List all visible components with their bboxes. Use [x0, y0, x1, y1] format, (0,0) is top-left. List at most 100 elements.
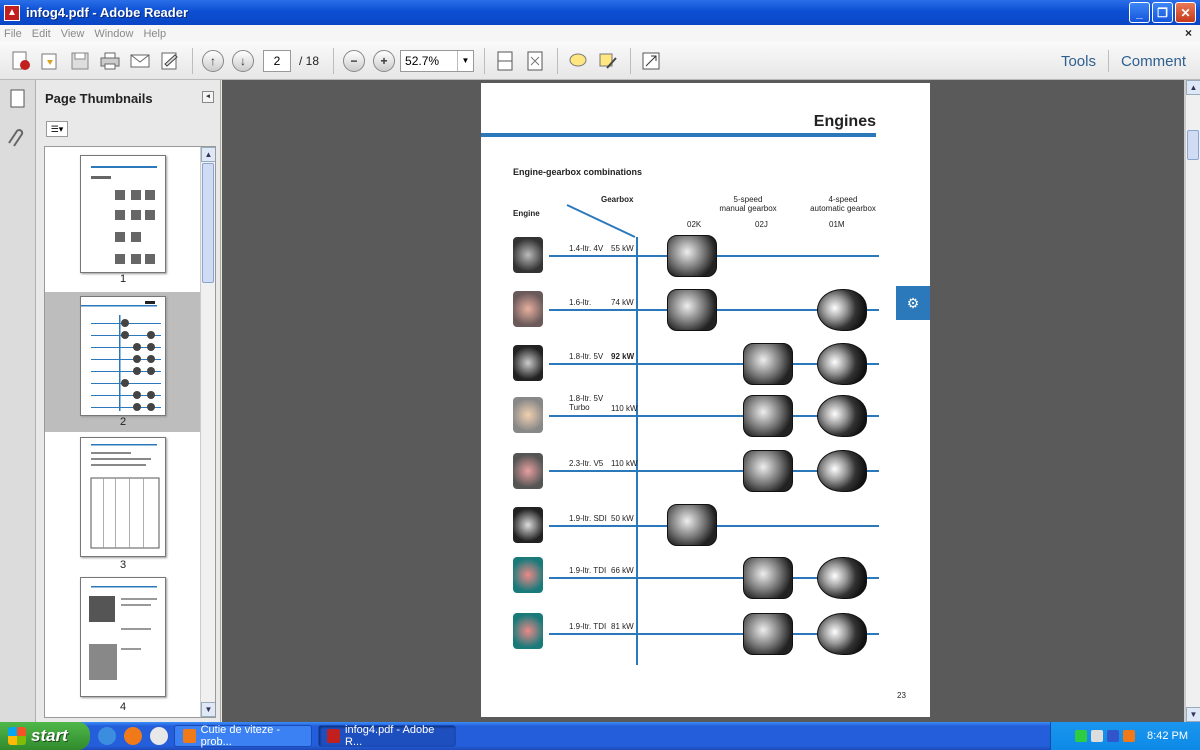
open-file-icon[interactable] — [36, 47, 64, 75]
gearbox-02j-image — [743, 343, 793, 385]
zoom-out-button[interactable]: − — [340, 47, 368, 75]
title-rule — [481, 133, 876, 137]
close-button[interactable]: ✕ — [1175, 2, 1196, 23]
section-subtitle: Engine-gearbox combinations — [513, 167, 643, 177]
quicklaunch-icon[interactable] — [150, 727, 168, 745]
gearbox-01m-image — [817, 395, 867, 437]
gearbox-02k-image — [667, 289, 717, 331]
firefox-icon[interactable] — [124, 727, 142, 745]
menu-window[interactable]: Window — [94, 28, 133, 40]
thumbnail-number: 1 — [119, 273, 127, 285]
engine-label: 2.3-ltr. V5 — [569, 459, 604, 468]
gearbox-01m-image — [817, 289, 867, 331]
start-button[interactable]: start — [0, 722, 90, 750]
volume-icon[interactable] — [1091, 730, 1104, 742]
menu-bar: File Edit View Window Help × — [0, 25, 1200, 42]
system-tray: 8:42 PM — [1050, 722, 1200, 750]
panel-title: Page Thumbnails — [45, 90, 153, 106]
code-02j: 02J — [755, 220, 768, 229]
engine-image — [513, 557, 543, 593]
code-01m: 01M — [829, 220, 845, 229]
thumbnail-list[interactable]: 1 2 3 4 ▲ ▼ — [44, 146, 216, 718]
next-page-button[interactable]: ↓ — [229, 47, 257, 75]
thumbnail-number: 2 — [119, 416, 127, 428]
engine-image — [513, 291, 543, 327]
tools-pane-button[interactable]: Tools — [1061, 53, 1096, 70]
gearbox-axis — [636, 237, 638, 665]
page-number-input[interactable]: 2 — [263, 49, 291, 72]
save-icon[interactable] — [66, 47, 94, 75]
page-number: 23 — [897, 691, 906, 700]
scrollbar-thumb[interactable] — [202, 163, 214, 283]
thumbnail-options-button[interactable]: ☰▾ — [46, 121, 68, 137]
thumbnail-page-2[interactable]: 2 — [45, 292, 201, 432]
sticky-note-icon[interactable] — [564, 47, 592, 75]
power-label: 110 kW — [611, 404, 638, 413]
zoom-in-button[interactable]: + — [370, 47, 398, 75]
comment-pane-button[interactable]: Comment — [1121, 53, 1186, 70]
menu-file[interactable]: File — [4, 28, 22, 40]
engine-label: 1.6-ltr. — [569, 298, 592, 307]
fullscreen-icon[interactable] — [637, 47, 665, 75]
engine-image — [513, 507, 543, 543]
chevron-up-icon[interactable]: ▲ — [1186, 80, 1200, 95]
thumbnail-page-3[interactable]: 3 — [45, 435, 201, 575]
email-icon[interactable] — [126, 47, 154, 75]
scrollbar-thumb[interactable] — [1187, 130, 1199, 160]
fit-width-icon[interactable] — [491, 47, 519, 75]
chevron-down-icon[interactable]: ▼ — [1186, 707, 1200, 722]
menu-view[interactable]: View — [61, 28, 85, 40]
thumbnail-number: 3 — [119, 559, 127, 571]
engine-image — [513, 345, 543, 381]
sign-icon[interactable] — [156, 47, 184, 75]
menu-edit[interactable]: Edit — [32, 28, 51, 40]
page-thumbnails-icon[interactable] — [8, 88, 28, 110]
pdf-page: Engines Engine-gearbox combinations Gear… — [481, 83, 930, 717]
attachments-icon[interactable] — [8, 128, 28, 150]
security-icon[interactable] — [1107, 730, 1120, 742]
document-scrollbar[interactable]: ▲ ▼ — [1184, 80, 1200, 722]
network-icon[interactable] — [1075, 730, 1088, 742]
chevron-down-icon[interactable]: ▼ — [457, 50, 473, 71]
restore-button[interactable]: ❐ — [1152, 2, 1173, 23]
engine-header: Engine — [513, 209, 540, 218]
engine-image — [513, 237, 543, 273]
fit-page-icon[interactable] — [521, 47, 549, 75]
task-firefox[interactable]: Cutie de viteze - prob... — [174, 724, 312, 748]
thumbnail-page-1[interactable]: 1 — [45, 147, 201, 287]
code-02k: 02K — [687, 220, 702, 229]
minimize-button[interactable]: _ — [1129, 2, 1150, 23]
gearbox-01m-image — [817, 450, 867, 492]
engine-label: 1.4-ltr. 4V — [569, 244, 604, 253]
engine-label: 1.9-ltr. SDI — [569, 514, 607, 523]
create-pdf-icon[interactable] — [6, 47, 34, 75]
toolbar: ↑ ↓ 2 / 18 − + 52.7% ▼ Tools Comment — [0, 42, 1200, 80]
previous-page-button[interactable]: ↑ — [199, 47, 227, 75]
page-total: / 18 — [299, 53, 320, 68]
power-label: 50 kW — [611, 514, 634, 523]
update-icon[interactable] — [1123, 730, 1136, 742]
engine-label: 1.8-ltr. 5V — [569, 352, 604, 361]
windows-logo-icon — [8, 727, 26, 745]
taskbar: start Cutie de viteze - prob... infog4.p… — [0, 722, 1200, 750]
engine-image — [513, 613, 543, 649]
chevron-up-icon[interactable]: ▲ — [201, 147, 215, 162]
power-label: 81 kW — [611, 622, 634, 631]
menu-help[interactable]: Help — [143, 28, 166, 40]
zoom-select[interactable]: 52.7% ▼ — [400, 49, 475, 72]
gearbox-02j-image — [743, 450, 793, 492]
task-adobe-reader[interactable]: infog4.pdf - Adobe R... — [318, 724, 456, 748]
thumbnail-page-4[interactable]: 4 — [45, 577, 201, 717]
collapse-panel-icon[interactable]: ◂ — [202, 91, 214, 103]
print-icon[interactable] — [96, 47, 124, 75]
firefox-icon — [183, 729, 196, 743]
document-close-icon[interactable]: × — [1185, 26, 1192, 40]
gearbox-01m-image — [817, 613, 867, 655]
highlight-icon[interactable] — [594, 47, 622, 75]
power-label: 110 kW — [611, 459, 638, 468]
chevron-down-icon[interactable]: ▼ — [201, 702, 215, 717]
pdf-icon — [327, 729, 341, 743]
ie-icon[interactable] — [98, 727, 116, 745]
thumbnail-scrollbar[interactable]: ▲ ▼ — [200, 147, 215, 717]
gearbox-02j-image — [743, 395, 793, 437]
